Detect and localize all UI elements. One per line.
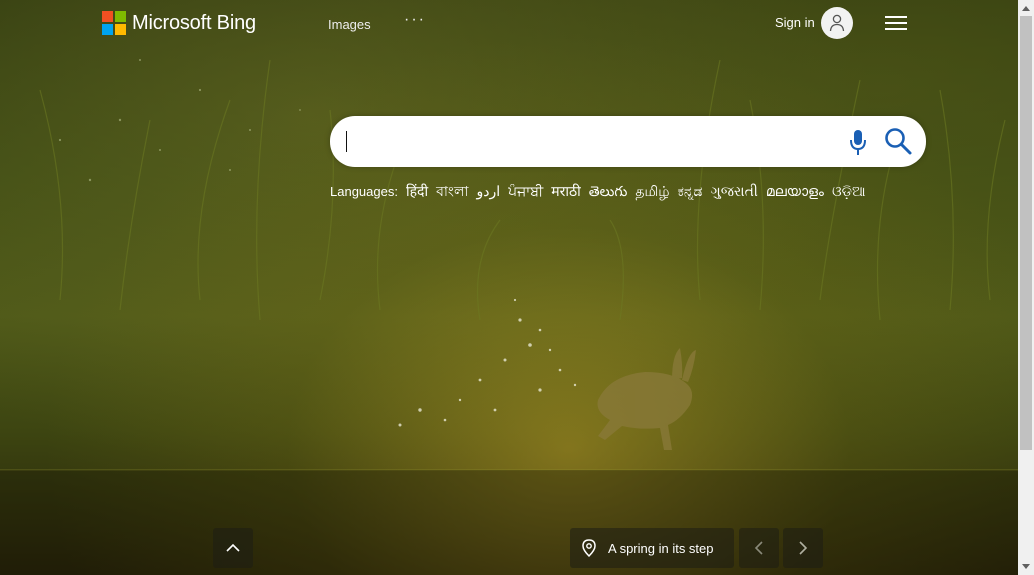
brand-name: Microsoft Bing [132,11,256,34]
logo-square-green [115,11,126,22]
languages-label: Languages: [330,184,398,199]
logo-square-blue [102,24,113,35]
search-icon[interactable] [883,126,913,156]
language-link-punjabi[interactable]: ਪੰਜਾਬੀ [508,183,543,200]
chevron-up-icon [226,543,240,552]
languages-bar: Languages: हिंदी বাংলা اردو ਪੰਜਾਬੀ मराठी… [330,180,866,201]
background-image [0,59,1018,575]
hamburger-icon[interactable] [885,14,907,32]
language-link-malayalam[interactable]: മലയാളം [766,183,824,200]
language-link-marathi[interactable]: मराठी [551,182,580,201]
search-input[interactable] [346,128,820,158]
chevron-right-icon [799,541,808,555]
bing-logo[interactable]: Microsoft Bing [102,10,256,36]
logo-square-yellow [115,24,126,35]
location-pin-icon [582,539,596,557]
logo-square-red [102,11,113,22]
text-caret [346,131,347,152]
nav-more-button[interactable]: ··· [404,11,426,29]
next-image-button[interactable] [783,528,823,568]
microsoft-logo-icon [102,11,126,35]
scroll-up-button[interactable] [213,528,253,568]
scroll-arrow-down-icon[interactable] [1018,559,1034,575]
sign-in-link[interactable]: Sign in [775,15,815,30]
nav-images-link[interactable]: Images [328,17,371,32]
bing-homepage: Microsoft Bing Images ··· Sign in Langua… [0,0,1034,575]
language-link-gujarati[interactable]: ગુજરાતી [710,183,757,200]
user-icon[interactable] [821,7,853,39]
language-link-kannada[interactable]: ಕನ್ನಡ [678,183,703,200]
scroll-arrow-up-icon[interactable] [1018,0,1034,16]
language-link-hindi[interactable]: हिंदी [406,182,428,201]
image-caption-text: A spring in its step [608,540,714,556]
previous-image-button[interactable] [739,528,779,568]
image-caption-button[interactable]: A spring in its step [570,528,734,568]
language-link-bengali[interactable]: বাংলা [436,180,468,204]
language-link-urdu[interactable]: اردو [476,183,500,200]
language-link-telugu[interactable]: తెలుగు [589,183,628,203]
language-link-tamil[interactable]: தமிழ் [635,183,669,202]
search-box [330,116,926,167]
microphone-icon[interactable] [848,127,868,157]
scrollbar-thumb[interactable] [1020,16,1032,450]
chevron-left-icon [754,541,763,555]
language-link-odia[interactable]: ଓଡ଼ିଆ [832,183,866,200]
header: Microsoft Bing Images ··· Sign in [0,0,1018,48]
